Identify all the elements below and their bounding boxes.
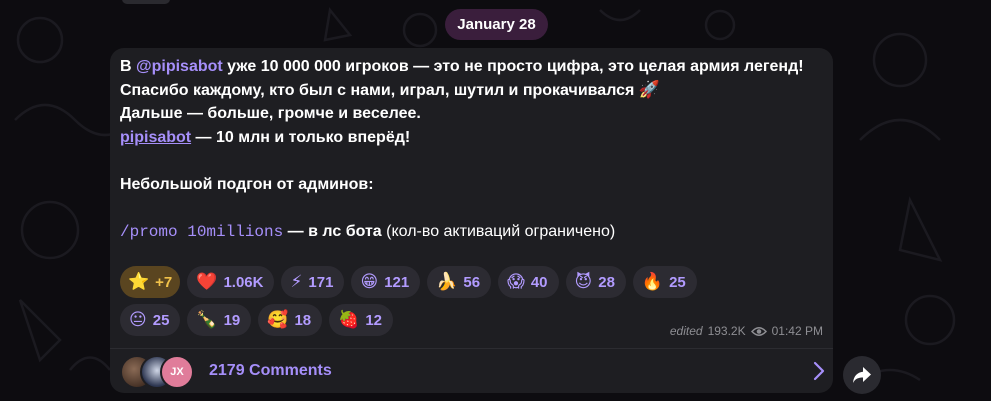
share-button[interactable]: [843, 356, 881, 394]
smiling-hearts-icon: 🥰: [267, 309, 289, 330]
reaction-count: 121: [384, 273, 410, 291]
reaction-smiling-hearts[interactable]: 🥰 18: [258, 304, 323, 336]
reaction-count: 25: [152, 311, 170, 329]
star-icon: ⭐: [128, 271, 150, 292]
reaction-count: 1.06K: [223, 273, 264, 291]
message-text-fragment: (кол-во активаций ограничено): [381, 222, 616, 240]
strawberry-icon: 🍓: [338, 309, 360, 330]
reaction-grin[interactable]: 😁 121: [351, 266, 421, 298]
banana-icon: 🍌: [436, 271, 458, 292]
avatar: JX: [160, 355, 194, 389]
message-text-fragment: — 10 млн и только вперёд!: [191, 128, 411, 146]
message-text-fragment: уже 10 000 000 игроков — это не просто ц…: [222, 58, 804, 75]
message-text-fragment: — в лс бота: [283, 222, 382, 240]
reaction-lightning[interactable]: ⚡ 171: [281, 266, 345, 298]
comments-bar[interactable]: JX 2179 Comments: [110, 348, 833, 393]
message-text-fragment: В: [120, 58, 136, 75]
message-text: В @pipisabot уже 10 000 000 игроков — эт…: [120, 55, 820, 244]
reaction-champagne[interactable]: 🍾 19: [187, 304, 252, 336]
message-line: Дальше — больше, громче и веселее.: [120, 105, 421, 122]
fire-icon: 🔥: [641, 271, 664, 292]
reaction-count: 18: [294, 311, 312, 329]
previous-message-edge: [122, 0, 170, 4]
devil-icon: 😈: [574, 271, 593, 292]
reaction-count: 25: [669, 273, 686, 291]
reaction-count: 171: [308, 273, 334, 291]
reactions-row: ⭐ +7 ❤️ 1.06K ⚡ 171 😁 121 🍌 56 😱 40 😈 28 🔥 25: [120, 266, 697, 298]
message-bubble[interactable]: В @pipisabot уже 10 000 000 игроков — эт…: [110, 48, 833, 348]
mention-link[interactable]: @pipisabot: [136, 58, 223, 75]
champagne-icon: 🍾: [196, 309, 218, 330]
promo-code[interactable]: /promo 10millions: [120, 223, 283, 241]
neutral-face-icon: 😐: [129, 309, 147, 330]
bot-link[interactable]: pipisabot: [120, 129, 191, 146]
share-arrow-icon: [853, 367, 871, 383]
reaction-banana[interactable]: 🍌 56: [427, 266, 492, 298]
view-count: 193.2K: [707, 324, 746, 338]
edited-label: edited: [669, 324, 703, 338]
message-text-fragment: Спасибо каждому, кто был с нами, играл, …: [120, 81, 635, 99]
heart-icon: ❤️: [196, 271, 218, 292]
reaction-fire[interactable]: 🔥 25: [632, 266, 697, 298]
reaction-star[interactable]: ⭐ +7: [120, 266, 181, 298]
reaction-count: 40: [530, 273, 548, 291]
grin-icon: 😁: [360, 271, 379, 292]
commenter-avatars: JX: [120, 355, 210, 389]
date-separator: January 28: [445, 9, 548, 40]
reaction-scream[interactable]: 😱 40: [498, 266, 559, 298]
chevron-right-icon: [813, 361, 825, 381]
reaction-count: 12: [365, 311, 382, 329]
message-line: Небольшой подгон от админов:: [120, 175, 374, 193]
rocket-icon: 🚀: [638, 79, 661, 100]
reaction-strawberry[interactable]: 🍓 12: [329, 304, 393, 336]
reaction-count: 19: [223, 311, 241, 329]
scream-icon: 😱: [507, 271, 525, 292]
reaction-devil[interactable]: 😈 28: [565, 266, 626, 298]
message-time: 01:42 PM: [771, 324, 823, 338]
reaction-heart[interactable]: ❤️ 1.06K: [187, 266, 275, 298]
reactions-row: 😐 25 🍾 19 🥰 18 🍓 12: [120, 304, 393, 336]
reaction-count: +7: [155, 273, 173, 291]
reaction-neutral-face[interactable]: 😐 25: [120, 304, 181, 336]
reaction-count: 56: [463, 273, 481, 291]
message-meta: edited 193.2K 01:42 PM: [670, 324, 823, 338]
reaction-count: 28: [598, 273, 615, 291]
lightning-icon: ⚡: [290, 271, 303, 292]
comments-count-label[interactable]: 2179 Comments: [209, 362, 332, 380]
eye-icon: [750, 326, 767, 336]
